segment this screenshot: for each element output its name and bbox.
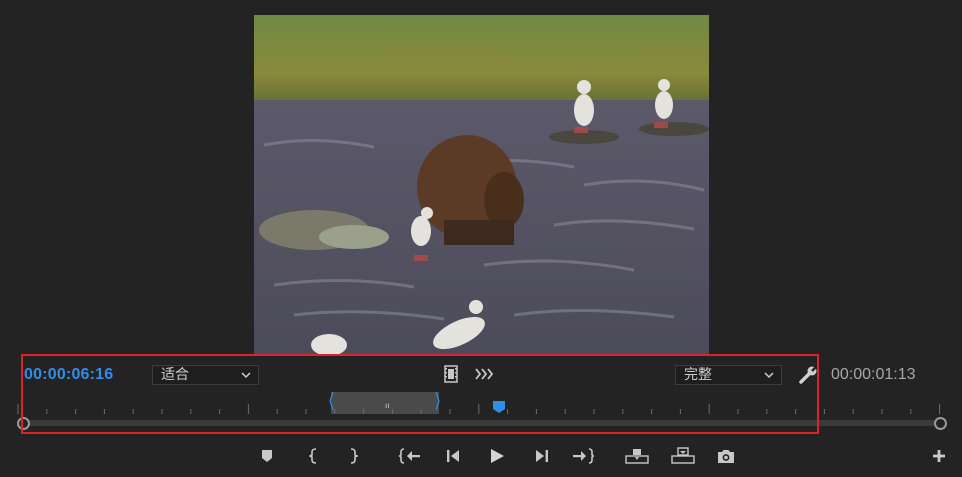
time-ruler[interactable]: ıı — [0, 388, 962, 418]
playback-resolution-select[interactable]: 完整 — [675, 365, 782, 385]
mark-in-icon[interactable] — [304, 446, 324, 466]
playback-resolution-value: 完整 — [684, 367, 712, 383]
scrollbar-left-handle[interactable] — [17, 417, 30, 430]
step-back-icon[interactable] — [443, 446, 463, 466]
add-button-icon[interactable] — [929, 446, 949, 466]
zoom-level-value: 适合 — [161, 367, 189, 383]
playhead[interactable] — [492, 399, 506, 413]
film-icon[interactable] — [443, 364, 459, 384]
arrows-icon[interactable] — [473, 366, 495, 382]
chevron-down-icon — [763, 366, 775, 389]
current-timecode[interactable]: 00:00:06:16 — [24, 366, 113, 384]
go-to-in-icon[interactable] — [398, 446, 422, 466]
go-to-out-icon[interactable] — [571, 446, 595, 466]
zoom-scrollbar[interactable] — [23, 420, 940, 426]
zoom-level-select[interactable]: 适合 — [152, 365, 259, 385]
mark-out-icon[interactable] — [343, 446, 363, 466]
insert-icon[interactable] — [625, 446, 649, 466]
wrench-icon[interactable] — [797, 364, 819, 386]
svg-text:ıı: ıı — [385, 401, 389, 410]
step-forward-icon[interactable] — [532, 446, 552, 466]
scrollbar-right-handle[interactable] — [934, 417, 947, 430]
program-monitor-video — [254, 15, 709, 356]
add-marker-icon[interactable] — [257, 446, 277, 466]
export-frame-icon[interactable] — [716, 446, 736, 466]
duration-timecode: 00:00:01:13 — [831, 366, 916, 383]
overwrite-icon[interactable] — [671, 446, 695, 466]
play-icon[interactable] — [487, 446, 507, 466]
chevron-down-icon — [240, 366, 252, 389]
